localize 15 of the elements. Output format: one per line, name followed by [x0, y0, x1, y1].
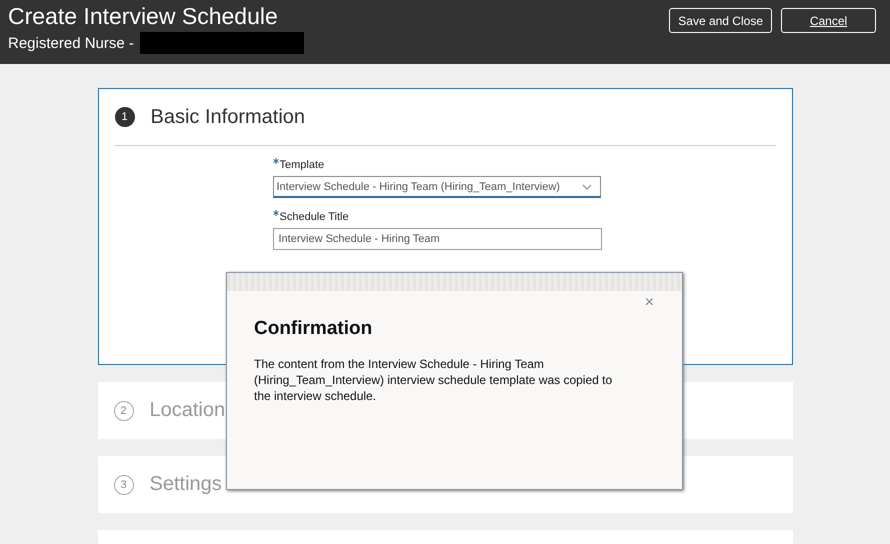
section-title[interactable]: Basic Information — [150, 106, 306, 128]
input-field[interactable]: Interview Schedule - Hiring Team — [272, 228, 602, 250]
template-dropdown[interactable]: Interview Schedule - Hiring Team (Hiring_Team_Interview) — [272, 176, 600, 198]
page-title: Create Interview Schedule — [8, 2, 279, 30]
chevron-down-icon — [582, 184, 592, 190]
dialog-message: The content from the Interview Schedule - Hiring Team (Hiring_Team_Interview) interview schedule template was copied to the interview schedule. — [254, 356, 614, 404]
step-number: 2 — [114, 400, 134, 420]
step-number: 1 — [114, 107, 134, 127]
page-subtitle: Registered Nurse - — [8, 34, 134, 52]
cancel-button[interactable]: Cancel — [781, 8, 876, 33]
dialog-title: Confirmation — [254, 318, 374, 340]
field-label: Template — [272, 158, 776, 171]
save-button[interactable]: Save and Close — [669, 8, 772, 33]
step-number: 3 — [114, 474, 134, 494]
field-label: Schedule Title — [272, 210, 776, 223]
